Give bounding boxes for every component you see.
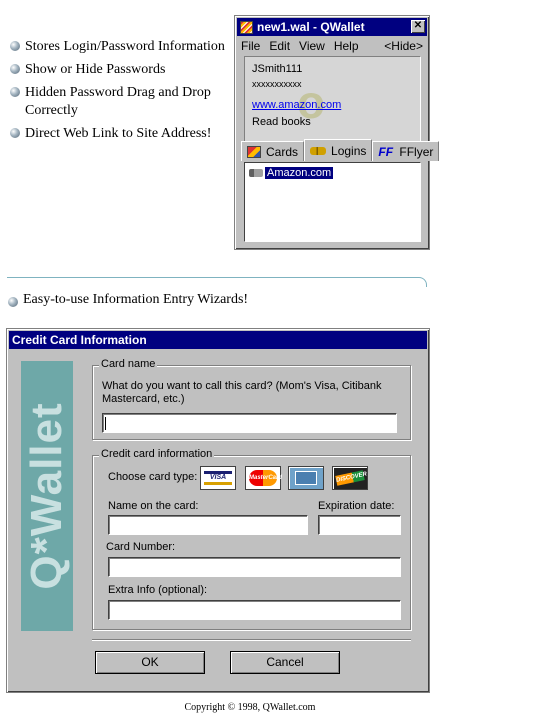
- wizard-feature: Easy-to-use Information Entry Wizards!: [8, 292, 248, 308]
- mastercard-icon: MasterCard: [249, 470, 282, 486]
- text-caret: [105, 417, 106, 430]
- bullet-icon: [10, 64, 20, 74]
- login-detail-panel: o JSmith111 xxxxxxxxxxx www.amazon.com R…: [244, 56, 421, 147]
- feature-text: Hidden Password Drag and Drop Correctly: [25, 85, 211, 118]
- group-label: Credit card information: [99, 448, 215, 460]
- password-value[interactable]: xxxxxxxxxxx: [252, 79, 302, 89]
- discover-card-button[interactable]: DISCOVER: [332, 466, 368, 490]
- fflyer-icon: FF: [378, 144, 394, 159]
- feature-item: Direct Web Link to Site Address!: [10, 125, 230, 143]
- logins-list: Amazon.com: [244, 162, 421, 242]
- button-separator: [92, 639, 411, 641]
- expiration-input[interactable]: [318, 515, 401, 535]
- feature-text: Stores Login/Password Information: [25, 39, 225, 54]
- group-label: Card name: [99, 358, 158, 370]
- visa-icon: VISA: [204, 471, 232, 485]
- visa-card-button[interactable]: VISA: [200, 466, 236, 490]
- bullet-icon: [8, 296, 18, 307]
- username-value: JSmith111: [252, 63, 303, 75]
- amex-icon: [295, 471, 317, 485]
- menu-bar: File Edit View Help <Hide>: [241, 39, 423, 55]
- app-icon: [240, 20, 253, 34]
- expiration-label: Expiration date:: [318, 500, 395, 512]
- mastercard-button[interactable]: MasterCard: [245, 466, 282, 490]
- section-divider: [7, 277, 427, 287]
- list-item[interactable]: Amazon.com: [249, 166, 335, 180]
- choose-type-label: Choose card type:: [108, 471, 198, 483]
- qwallet-banner: Q*Wallet: [21, 361, 73, 631]
- menu-file[interactable]: File: [241, 39, 260, 55]
- card-name-prompt: What do you want to call this card? (Mom…: [102, 380, 382, 405]
- card-number-input[interactable]: [108, 557, 401, 577]
- hide-button[interactable]: <Hide>: [384, 39, 423, 55]
- tab-label: FFlyer: [399, 144, 434, 159]
- tab-cards[interactable]: Cards: [241, 141, 305, 161]
- tab-logins[interactable]: Logins: [304, 139, 373, 161]
- name-on-card-input[interactable]: [108, 515, 308, 535]
- cancel-button[interactable]: Cancel: [230, 651, 340, 674]
- key-icon: [310, 146, 327, 155]
- card-number-label: Card Number:: [106, 541, 176, 553]
- cards-icon: [247, 145, 261, 158]
- tab-bar: Cards Logins FF FFlyer: [241, 139, 440, 161]
- list-item-label: Amazon.com: [263, 166, 335, 180]
- tab-label: Logins: [331, 143, 367, 158]
- feature-text: Direct Web Link to Site Address!: [25, 126, 212, 141]
- window-titlebar[interactable]: new1.wal - QWallet ✕: [237, 18, 427, 36]
- note-value: Read books: [252, 116, 311, 128]
- close-icon[interactable]: ✕: [411, 20, 425, 33]
- name-on-card-label: Name on the card:: [108, 500, 199, 512]
- card-name-input[interactable]: [102, 413, 397, 433]
- extra-info-input[interactable]: [108, 600, 401, 620]
- tab-fflyer[interactable]: FF FFlyer: [372, 141, 440, 161]
- banner-text: Q*Wallet: [22, 402, 71, 590]
- discover-icon: DISCOVER: [335, 470, 368, 486]
- tab-label: Cards: [266, 144, 299, 159]
- feature-item: Hidden Password Drag and Drop Correctly: [10, 84, 230, 120]
- amex-card-button[interactable]: [288, 466, 324, 490]
- wizard-feature-text: Easy-to-use Information Entry Wizards!: [23, 292, 249, 307]
- key-icon: [249, 169, 263, 177]
- feature-item: Stores Login/Password Information: [10, 38, 230, 56]
- site-link[interactable]: www.amazon.com: [252, 99, 341, 111]
- credit-card-dialog: Credit Card Information Q*Wallet Card na…: [6, 328, 430, 693]
- copyright-text: Copyright © 1998, QWallet.com: [184, 702, 316, 713]
- bullet-icon: [10, 87, 20, 97]
- feature-list: Stores Login/Password Information Show o…: [10, 38, 230, 148]
- bullet-icon: [10, 128, 20, 138]
- window-title: new1.wal - QWallet: [257, 20, 365, 34]
- bullet-icon: [10, 41, 20, 51]
- menu-edit[interactable]: Edit: [269, 39, 290, 55]
- feature-item: Show or Hide Passwords: [10, 61, 230, 79]
- extra-info-label: Extra Info (optional):: [108, 584, 208, 596]
- feature-text: Show or Hide Passwords: [25, 62, 166, 77]
- menu-help[interactable]: Help: [334, 39, 359, 55]
- menu-view[interactable]: View: [299, 39, 325, 55]
- ok-button[interactable]: OK: [95, 651, 205, 674]
- dialog-title[interactable]: Credit Card Information: [9, 331, 427, 349]
- qwallet-window: new1.wal - QWallet ✕ File Edit View Help…: [234, 15, 440, 250]
